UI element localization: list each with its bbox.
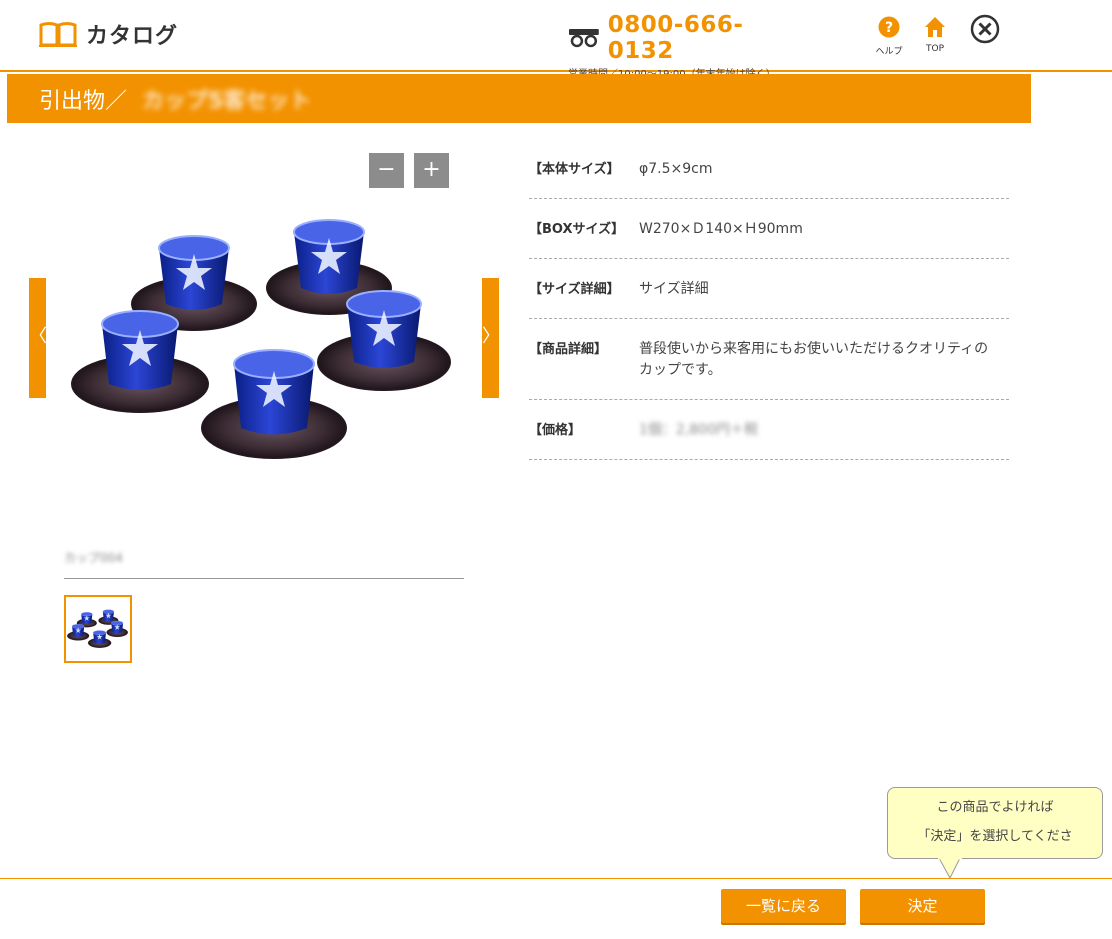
decide-button[interactable]: 決定	[860, 889, 985, 923]
category-label: 引出物／	[39, 89, 128, 114]
home-icon	[925, 17, 945, 37]
spec-row: 【サイズ詳細】 サイズ詳細	[529, 259, 1009, 319]
phone-info: 0800-666-0132 営業時間／10:00〜19:00（年末年始は除く）	[568, 12, 808, 80]
footer-divider	[0, 878, 1112, 879]
back-to-list-button[interactable]: 一覧に戻る	[721, 889, 846, 923]
spec-table: 【本体サイズ】 φ7.5×9cm 【BOXサイズ】 W270×Ｄ140×Ｈ90m…	[529, 140, 1009, 460]
spec-row: 【価格】 1個：2,800円＋税	[529, 400, 1009, 460]
help-icon: ?	[878, 16, 900, 38]
spec-value: 普段使いから来客用にもお使いいただけるクオリティのカップです。	[639, 341, 989, 378]
title-bar: 引出物／ カップ5客セット	[7, 74, 1031, 123]
spec-label: 【価格】	[529, 423, 582, 438]
tooltip-line-2: 「決定」を選択してくださ	[917, 829, 1073, 844]
spec-label: 【商品詳細】	[529, 342, 608, 357]
book-icon	[39, 22, 77, 47]
phone-number: 0800-666-0132	[607, 12, 744, 64]
free-dial-icon	[568, 29, 599, 48]
zoom-in-button[interactable]: +	[414, 153, 449, 188]
spec-row: 【本体サイズ】 φ7.5×9cm	[529, 140, 1009, 199]
zoom-out-button[interactable]: −	[369, 153, 404, 188]
spec-value: W270×Ｄ140×Ｈ90mm	[639, 221, 803, 237]
top-label: TOP	[925, 44, 944, 54]
caption-divider	[64, 578, 464, 579]
spec-row: 【BOXサイズ】 W270×Ｄ140×Ｈ90mm	[529, 199, 1009, 259]
price-value: 1個：2,800円＋税	[639, 422, 758, 438]
top-button[interactable]: TOP	[915, 16, 955, 54]
tooltip-line-1: この商品でよければ	[936, 800, 1054, 815]
product-image	[71, 219, 451, 459]
spec-label: 【本体サイズ】	[529, 162, 620, 177]
image-caption: カップ004	[64, 551, 123, 565]
spec-value: φ7.5×9cm	[639, 161, 713, 177]
logo-text: カタログ	[86, 24, 179, 49]
close-button[interactable]	[968, 14, 1002, 48]
spec-label: 【サイズ詳細】	[529, 282, 620, 297]
spec-label: 【BOXサイズ】	[529, 222, 625, 237]
help-button[interactable]: ? ヘルプ	[869, 16, 909, 57]
thumbnail[interactable]	[64, 595, 132, 663]
catalog-logo[interactable]: カタログ	[38, 18, 178, 50]
product-name: カップ5客セット	[142, 89, 312, 114]
spec-value: サイズ詳細	[639, 281, 709, 297]
decide-tooltip: この商品でよければ 「決定」を選択してくださ	[887, 787, 1103, 859]
thumbnail-image	[67, 609, 128, 648]
next-image-button[interactable]: 〉	[482, 278, 500, 398]
close-icon	[970, 14, 1000, 44]
spec-row: 【商品詳細】 普段使いから来客用にもお使いいただけるクオリティのカップです。	[529, 319, 1009, 400]
prev-image-button[interactable]: 〈	[29, 278, 47, 398]
header: カタログ 0800-666-0132 営業時間／10:00〜19:00（年末年始…	[0, 0, 1112, 80]
help-label: ヘルプ	[875, 47, 903, 57]
svg-text:?: ?	[885, 20, 893, 36]
